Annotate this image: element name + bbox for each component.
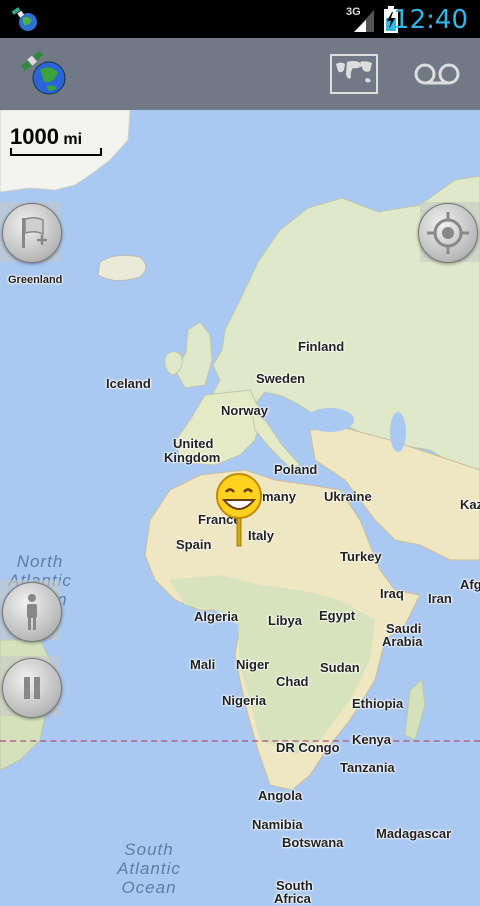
label-libya: Libya — [268, 613, 302, 628]
label-spain: Spain — [176, 537, 212, 552]
label-sudan: Sudan — [320, 660, 360, 675]
pause-button[interactable] — [2, 658, 62, 718]
label-chad: Chad — [276, 674, 309, 689]
label-nigeria: Nigeria — [222, 693, 267, 708]
map-scale: 1000 mi — [10, 124, 102, 156]
label-algeria: Algeria — [194, 609, 239, 624]
label-dr-congo: DR Congo — [276, 740, 340, 755]
scale-unit: mi — [63, 131, 83, 148]
signal-icon — [354, 10, 374, 32]
app-notification-icon — [11, 7, 37, 31]
label-mali: Mali — [190, 657, 216, 672]
equator-line — [0, 740, 480, 742]
pause-icon — [24, 677, 40, 699]
label-iceland: Iceland — [106, 376, 151, 391]
label-ukraine: Ukraine — [324, 489, 372, 504]
label-angola: Angola — [258, 788, 303, 803]
scale-value: 1000 — [10, 124, 59, 149]
label-united: United — [173, 436, 214, 451]
map-type-button[interactable] — [330, 54, 378, 94]
voicemail-tape-icon — [414, 63, 460, 85]
label-norway: Norway — [221, 403, 268, 418]
label-south-atlantic: South Atlantic Ocean — [117, 840, 181, 897]
label-ethiopia: Ethiopia — [352, 696, 404, 711]
label-afg: Afg — [460, 577, 480, 592]
label-kaz: Kaz — [460, 497, 480, 512]
status-bar: 3G 12:40 — [0, 0, 480, 38]
top-toolbar — [0, 38, 480, 110]
label-madagascar: Madagascar — [376, 826, 452, 841]
person-button[interactable] — [2, 582, 62, 642]
world-map-icon — [330, 54, 378, 94]
label-kenya: Kenya — [352, 732, 392, 747]
label-sweden: Sweden — [256, 371, 306, 386]
label-kingdom: Kingdom — [164, 450, 221, 465]
label-egypt: Egypt — [319, 608, 356, 623]
record-button[interactable] — [412, 58, 462, 90]
label-iraq: Iraq — [380, 586, 404, 601]
map-view[interactable]: Greenland Iceland Finland Sweden Norway … — [0, 110, 480, 906]
smiley-marker-icon[interactable] — [214, 472, 264, 552]
label-finland: Finland — [298, 339, 345, 354]
label-turkey: Turkey — [340, 549, 382, 564]
person-icon — [27, 594, 37, 630]
label-iran: Iran — [428, 591, 452, 606]
satellite-globe-icon[interactable] — [18, 48, 70, 100]
label-germany: many — [262, 489, 296, 504]
label-africa: Africa — [274, 891, 311, 906]
label-arabia: Arabia — [382, 634, 423, 649]
label-botswana: Botswana — [282, 835, 344, 850]
label-tanzania: Tanzania — [340, 760, 395, 775]
my-location-button[interactable] — [418, 203, 478, 263]
label-namibia: Namibia — [252, 817, 303, 832]
crosshair-icon — [427, 212, 469, 254]
label-greenland: Greenland — [8, 274, 63, 286]
label-niger: Niger — [236, 657, 270, 672]
add-waypoint-button[interactable] — [2, 203, 62, 263]
label-poland: Poland — [274, 462, 318, 477]
flag-plus-icon — [22, 216, 47, 248]
clock: 12:40 — [393, 5, 468, 35]
